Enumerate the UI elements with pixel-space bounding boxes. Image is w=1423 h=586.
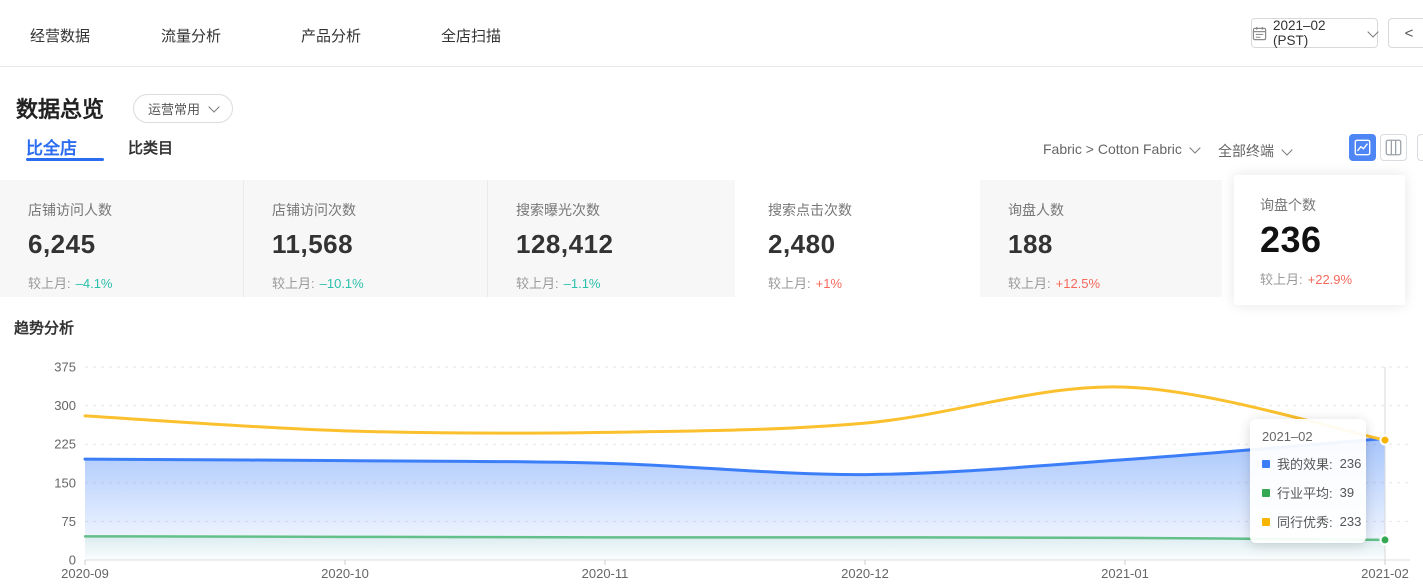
card-change: +1% — [816, 276, 842, 291]
card-value: 6,245 — [28, 229, 243, 260]
card-label: 搜索点击次数 — [768, 200, 980, 220]
nav-item-product-analysis[interactable]: 产品分析 — [301, 25, 361, 46]
trend-line-chart[interactable]: 0751502253003752020-092020-102020-112020… — [0, 345, 1423, 586]
card-store-visitors[interactable]: 店铺访问人数 6,245 较上月:–4.1% — [0, 180, 244, 297]
card-store-visits[interactable]: 店铺访问次数 11,568 较上月:–10.1% — [244, 180, 488, 297]
top-navigation: 经营数据 流量分析 产品分析 全店扫描 2021–02 (PST) < — [0, 0, 1423, 67]
card-label: 询盘人数 — [1008, 200, 1222, 220]
card-label: 搜索曝光次数 — [516, 200, 735, 220]
card-search-impressions[interactable]: 搜索曝光次数 128,412 较上月:–1.1% — [488, 180, 735, 297]
terminal-filter-dropdown[interactable]: 全部终端 — [1218, 141, 1291, 161]
tooltip-date: 2021–02 — [1262, 429, 1354, 444]
chart-tooltip: 2021–02 我的效果:236 行业平均:39 同行优秀:233 — [1250, 419, 1366, 543]
x-axis-label: 2020-10 — [321, 566, 369, 581]
card-change: –4.1% — [76, 276, 113, 291]
card-inquiry-count-selected[interactable]: 询盘个数 236 较上月:+22.9% — [1234, 175, 1405, 305]
preset-dropdown[interactable]: 运营常用 — [133, 94, 233, 123]
card-value: 128,412 — [516, 229, 735, 260]
card-label: 询盘个数 — [1260, 195, 1405, 215]
card-value: 236 — [1260, 219, 1405, 261]
card-compare: 较上月:+1% — [768, 273, 980, 292]
clipped-view-button[interactable] — [1417, 134, 1423, 161]
card-compare: 较上月:–1.1% — [516, 273, 735, 292]
page-title: 数据总览 — [16, 92, 104, 124]
active-tab-underline — [26, 158, 104, 161]
preset-dropdown-value: 运营常用 — [148, 99, 200, 118]
nav-item-traffic-analysis[interactable]: 流量分析 — [161, 25, 221, 46]
tooltip-row-my-performance: 我的效果:236 — [1262, 454, 1354, 473]
card-value: 11,568 — [272, 229, 487, 260]
card-change: –10.1% — [320, 276, 364, 291]
category-filter-dropdown[interactable]: Fabric > Cotton Fabric — [1043, 141, 1199, 157]
chevron-down-icon — [208, 101, 219, 112]
calendar-icon — [1252, 26, 1267, 41]
line-chart-icon — [1354, 139, 1371, 156]
chevron-down-icon — [1281, 144, 1292, 155]
x-axis-label: 2020-11 — [582, 566, 629, 581]
category-filter-value: Fabric > Cotton Fabric — [1043, 141, 1182, 157]
series-area-industry-average — [85, 536, 1385, 560]
date-picker[interactable]: 2021–02 (PST) — [1251, 18, 1378, 48]
x-axis-label: 2020-09 — [61, 566, 109, 581]
legend-swatch-green — [1262, 489, 1270, 497]
x-axis-label: 2021-02 — [1361, 566, 1409, 581]
card-value: 2,480 — [768, 229, 980, 260]
previous-month-button[interactable]: < — [1388, 18, 1423, 48]
card-label: 店铺访问人数 — [28, 200, 243, 220]
y-axis-label: 75 — [62, 514, 76, 529]
card-change: +22.9% — [1308, 272, 1352, 287]
tab-compare-whole-store[interactable]: 比全店 — [26, 134, 77, 159]
chevron-down-icon — [1189, 142, 1200, 153]
tooltip-row-industry-average: 行业平均:39 — [1262, 483, 1354, 502]
card-change: –1.1% — [564, 276, 601, 291]
card-value: 188 — [1008, 229, 1222, 260]
chart-view-button[interactable] — [1349, 134, 1376, 161]
table-view-button[interactable] — [1380, 134, 1407, 161]
tooltip-row-peer-excellent: 同行优秀:233 — [1262, 512, 1354, 531]
legend-swatch-yellow — [1262, 518, 1270, 526]
nav-item-business-data[interactable]: 经营数据 — [30, 25, 90, 46]
trend-section-title: 趋势分析 — [14, 317, 74, 338]
card-compare: 较上月:+22.9% — [1260, 269, 1405, 288]
nav-item-store-scan[interactable]: 全店扫描 — [441, 25, 501, 46]
legend-swatch-blue — [1262, 460, 1270, 468]
tab-compare-category[interactable]: 比类目 — [128, 137, 173, 158]
card-inquiry-people[interactable]: 询盘人数 188 较上月:+12.5% — [980, 180, 1222, 297]
card-label: 店铺访问次数 — [272, 200, 487, 220]
y-axis-label: 225 — [54, 437, 76, 452]
table-icon — [1385, 139, 1402, 156]
date-picker-value: 2021–02 (PST) — [1273, 18, 1363, 48]
chevron-down-icon — [1367, 26, 1378, 37]
x-axis-label: 2021-01 — [1101, 566, 1149, 581]
series-line-peer-excellent — [85, 387, 1385, 440]
card-compare: 较上月:+12.5% — [1008, 273, 1222, 292]
card-compare: 较上月:–4.1% — [28, 273, 243, 292]
card-compare: 较上月:–10.1% — [272, 273, 487, 292]
x-axis-label: 2020-12 — [841, 566, 889, 581]
hover-marker-dot — [1381, 436, 1390, 445]
y-axis-label: 375 — [54, 360, 76, 375]
terminal-filter-value: 全部终端 — [1218, 141, 1274, 161]
y-axis-label: 150 — [54, 475, 76, 490]
dashboard-screen: 经营数据 流量分析 产品分析 全店扫描 2021–02 (PST) < 数据总览… — [0, 0, 1423, 586]
card-change: +12.5% — [1056, 276, 1100, 291]
y-axis-label: 300 — [54, 398, 76, 413]
hover-marker-dot — [1381, 535, 1390, 544]
card-search-clicks[interactable]: 搜索点击次数 2,480 较上月:+1% — [740, 180, 980, 297]
